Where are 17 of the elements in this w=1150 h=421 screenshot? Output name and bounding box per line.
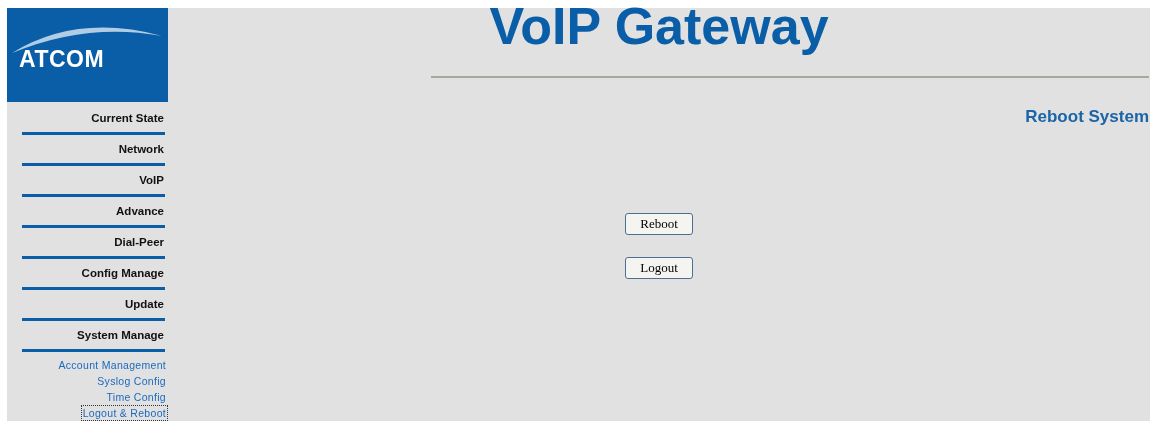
- menu-item[interactable]: System Manage: [22, 321, 165, 352]
- logout-button[interactable]: Logout: [625, 257, 693, 279]
- menu-item[interactable]: Update: [22, 290, 165, 321]
- menu-item[interactable]: VoIP: [22, 166, 165, 197]
- submenu-link[interactable]: Syslog Config: [95, 373, 168, 389]
- submenu-link[interactable]: Time Config: [104, 389, 168, 405]
- logo-text: ATCOM: [19, 46, 105, 73]
- section-title: Reboot System: [1025, 107, 1149, 127]
- menu-item[interactable]: Advance: [22, 197, 165, 228]
- menu-item[interactable]: Dial-Peer: [22, 228, 165, 259]
- menu-item[interactable]: Config Manage: [22, 259, 165, 290]
- submenu-link[interactable]: Logout & Reboot: [80, 405, 168, 421]
- page-title: VoIP Gateway: [489, 0, 829, 56]
- submenu-link[interactable]: Account Management: [56, 357, 168, 373]
- menu-item[interactable]: Network: [22, 135, 165, 166]
- reboot-button[interactable]: Reboot: [625, 213, 693, 235]
- menu-item[interactable]: Current State: [22, 104, 165, 135]
